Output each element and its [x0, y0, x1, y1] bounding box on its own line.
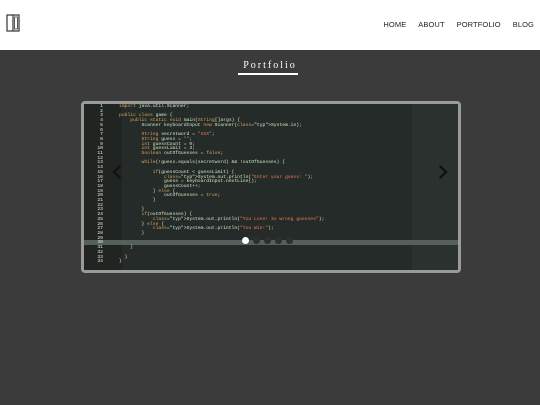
- line-text: Scanner keyboardInput new Scanner(class=…: [119, 122, 302, 128]
- line-text: }: [119, 198, 156, 204]
- title-underline: [238, 73, 298, 75]
- portfolio-carousel: 1 import java.util.Scanner; 2 3 public class…: [81, 101, 461, 273]
- logo-icon[interactable]: [6, 14, 20, 32]
- nav-portfolio[interactable]: PORTFOLIO: [457, 20, 501, 29]
- section-title: Portfolio: [243, 60, 297, 71]
- line-text: while(!guess.equals(secretword) && !outO…: [141, 160, 285, 166]
- slide-dot[interactable]: [264, 237, 271, 244]
- main-nav: HOME ABOUT PORTFOLIO BLOG: [383, 20, 534, 29]
- line-text: }: [119, 259, 122, 265]
- slide-dot[interactable]: [286, 237, 293, 244]
- slide-indicators: [242, 237, 293, 244]
- code-line: 5 Scanner keyboardInput new Scanner(clas…: [84, 122, 324, 129]
- slide-image: 1 import java.util.Scanner; 2 3 public class…: [84, 104, 458, 270]
- nav-home[interactable]: HOME: [383, 20, 406, 29]
- slide-dot[interactable]: [275, 237, 282, 244]
- slide-dot[interactable]: [253, 237, 260, 244]
- line-number: 34: [97, 259, 103, 265]
- nav-blog[interactable]: BLOG: [513, 20, 534, 29]
- site-header: HOME ABOUT PORTFOLIO BLOG: [0, 0, 540, 50]
- code-line: 34}: [84, 259, 324, 265]
- next-slide-button[interactable]: ›: [436, 154, 450, 188]
- nav-about[interactable]: ABOUT: [418, 20, 444, 29]
- prev-slide-button[interactable]: ‹: [110, 154, 124, 188]
- line-text: boolean outOfGuesses = false;: [141, 151, 224, 157]
- editor-margin: [412, 104, 458, 270]
- line-text: }: [119, 245, 134, 251]
- slide-dot[interactable]: [242, 237, 249, 244]
- line-text: import java.util.Scanner;: [119, 104, 190, 109]
- line-text: }: [119, 230, 145, 236]
